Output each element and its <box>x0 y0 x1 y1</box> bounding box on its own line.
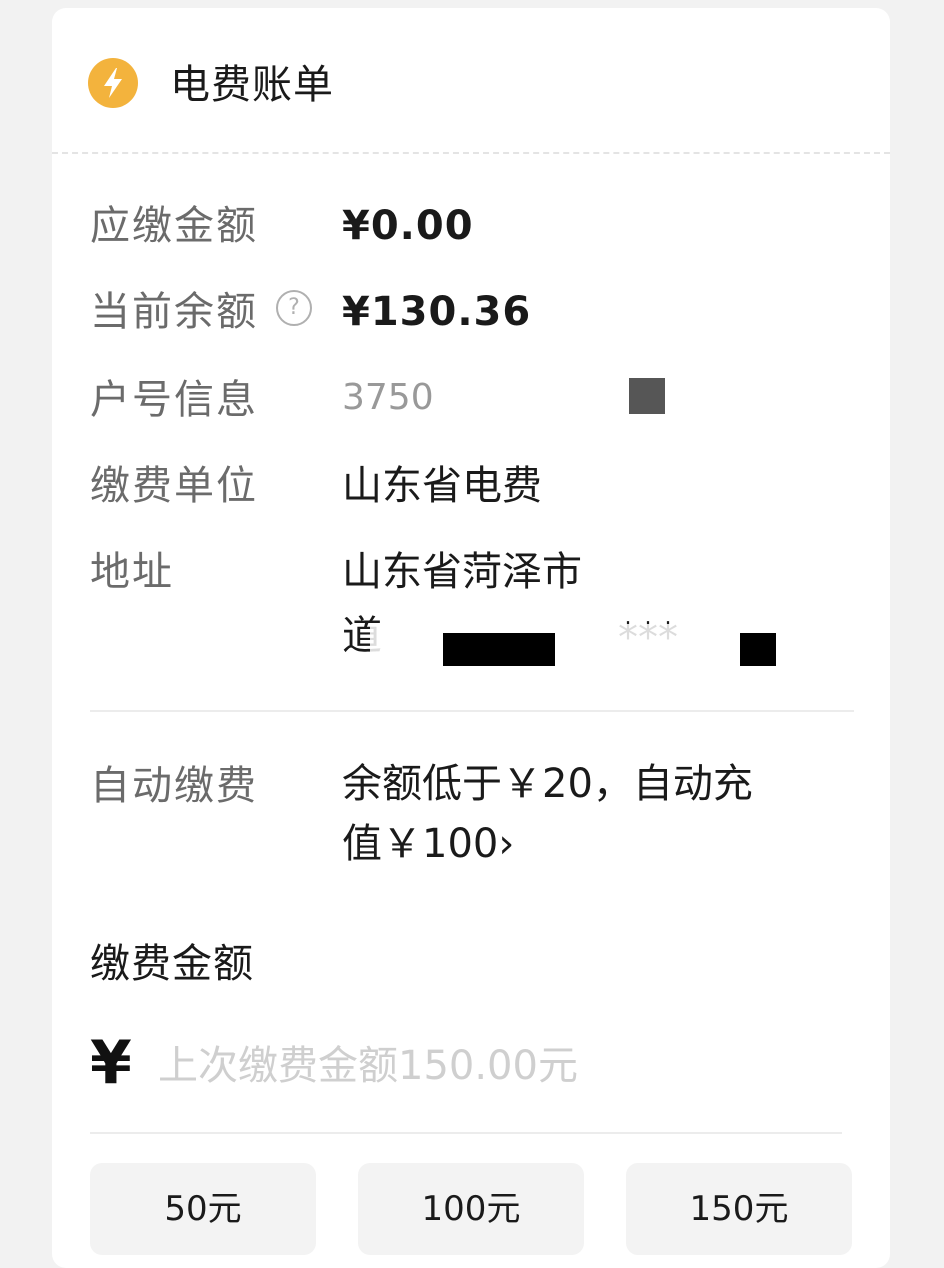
preset-150-button[interactable]: 150元 <box>626 1163 852 1255</box>
account-redaction-mark <box>629 378 665 414</box>
account-label: 户号信息 <box>90 377 258 423</box>
electricity-bill-card: 电费账单 应缴金额 ¥0.00 当前余额 ? ¥130.36 户号信息 3750… <box>52 8 890 1268</box>
amount-due-label: 应缴金额 <box>90 203 258 249</box>
chevron-right-icon: › <box>498 821 515 867</box>
amount-input[interactable] <box>158 1036 838 1096</box>
address-redaction-mark-1 <box>443 633 555 666</box>
card-header: 电费账单 <box>52 8 890 154</box>
account-value: 3750 <box>342 377 434 418</box>
balance-value: ¥130.36 <box>342 289 532 335</box>
help-icon[interactable]: ? <box>276 290 312 326</box>
lightning-icon <box>88 58 138 108</box>
address-redaction-mark-2 <box>740 633 776 666</box>
balance-label: 当前余额 <box>90 289 258 335</box>
account-redaction-blur <box>438 380 638 414</box>
section-divider <box>90 710 854 712</box>
address-line1: 山东省菏泽市 <box>342 549 582 595</box>
auto-pay-label: 自动缴费 <box>90 763 258 809</box>
payee-value: 山东省电费 <box>342 463 542 509</box>
amount-due-value: ¥0.00 <box>342 203 474 249</box>
payee-label: 缴费单位 <box>90 463 258 509</box>
address-redaction-blur-1 <box>584 554 844 598</box>
currency-sign: ¥ <box>90 1028 132 1098</box>
payment-amount-title: 缴费金额 <box>90 941 254 987</box>
auto-pay-line2-text: 值￥100 <box>342 821 499 867</box>
input-underline <box>90 1132 842 1134</box>
preset-100-button[interactable]: 100元 <box>358 1163 584 1255</box>
address-label: 地址 <box>90 549 174 595</box>
auto-pay-line2[interactable]: 值￥100› <box>342 818 514 870</box>
page-title: 电费账单 <box>170 62 334 108</box>
auto-pay-line1[interactable]: 余额低于￥20，自动充 <box>342 758 753 810</box>
preset-50-button[interactable]: 50元 <box>90 1163 316 1255</box>
